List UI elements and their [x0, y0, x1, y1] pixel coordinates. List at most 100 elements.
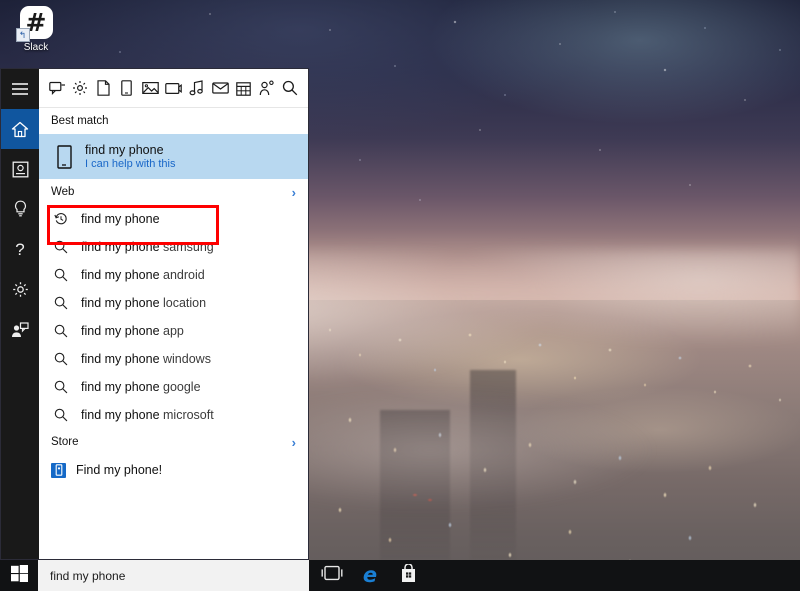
- web-result-suffix: samsung: [160, 240, 214, 254]
- windows-logo-icon: [11, 565, 28, 587]
- web-result-suffix: windows: [160, 352, 211, 366]
- rail-item-hamburger-menu[interactable]: [1, 69, 39, 109]
- rail-item-feedback[interactable]: [1, 309, 39, 349]
- search-icon: [51, 240, 71, 254]
- desktop-icon-slack[interactable]: # ↰ Slack: [6, 6, 66, 60]
- web-result-label: find my phone app: [81, 324, 184, 338]
- web-result-row[interactable]: find my phone microsoft: [39, 401, 308, 429]
- search-icon: [51, 324, 71, 338]
- svg-text:?: ?: [15, 240, 24, 258]
- store-button[interactable]: [397, 565, 419, 587]
- shortcut-arrow-icon: ↰: [16, 28, 30, 42]
- search-icon[interactable]: [280, 78, 300, 98]
- video-icon[interactable]: [163, 78, 183, 98]
- mail-icon[interactable]: [210, 78, 230, 98]
- search-icon: [51, 380, 71, 394]
- web-result-query: find my phone: [81, 408, 160, 422]
- web-result-label: find my phone: [81, 212, 160, 226]
- store-header-label: Store: [51, 436, 79, 448]
- web-result-suffix: microsoft: [160, 408, 214, 422]
- web-header-label: Web: [51, 186, 74, 198]
- web-result-row[interactable]: find my phone location: [39, 289, 308, 317]
- taskbar-icon-group: e: [309, 560, 419, 591]
- web-result-label: find my phone windows: [81, 352, 211, 366]
- web-result-label: find my phone microsoft: [81, 408, 214, 422]
- store-results-list: Find my phone!: [39, 455, 308, 485]
- best-match-subtitle: I can help with this: [85, 158, 176, 170]
- web-result-row[interactable]: find my phone samsung: [39, 233, 308, 261]
- web-result-query: find my phone: [81, 352, 160, 366]
- calendar-icon[interactable]: [233, 78, 253, 98]
- slack-icon: # ↰: [20, 6, 53, 39]
- taskbar-search-value: find my phone: [50, 569, 125, 583]
- taskbar-search-box[interactable]: find my phone: [38, 560, 309, 591]
- web-result-query: find my phone: [81, 380, 160, 394]
- store-result-row[interactable]: Find my phone!: [39, 455, 308, 485]
- search-icon: [51, 296, 71, 310]
- gear-icon: [12, 281, 29, 298]
- phone-icon: [51, 145, 77, 169]
- search-results-pane: Best match find my phone I can help with…: [39, 69, 308, 559]
- taskbar: find my phone e: [0, 560, 800, 591]
- web-header[interactable]: Web ›: [39, 179, 308, 205]
- web-result-row[interactable]: find my phone: [39, 205, 308, 233]
- best-match-result[interactable]: find my phone I can help with this: [39, 134, 308, 179]
- rail-item-tips[interactable]: [1, 189, 39, 229]
- web-result-suffix: app: [160, 324, 184, 338]
- search-icon: [51, 268, 71, 282]
- hamburger-icon: [11, 82, 29, 96]
- edge-icon: e: [363, 565, 377, 586]
- store-app-icon: [51, 463, 66, 478]
- search-flyout-panel: ?: [0, 68, 309, 560]
- web-result-query: find my phone: [81, 296, 160, 310]
- web-result-label: find my phone location: [81, 296, 206, 310]
- rail-item-settings[interactable]: [1, 269, 39, 309]
- question-mark-icon: ?: [13, 240, 27, 258]
- search-icon: [51, 352, 71, 366]
- rail-item-notebook[interactable]: [1, 149, 39, 189]
- best-match-title: find my phone: [85, 143, 176, 157]
- store-bag-icon: [400, 564, 417, 588]
- web-result-query: find my phone: [81, 324, 160, 338]
- web-result-label: find my phone google: [81, 380, 201, 394]
- web-result-label: find my phone android: [81, 268, 205, 282]
- chevron-right-icon[interactable]: ›: [292, 435, 296, 450]
- start-button[interactable]: [0, 560, 38, 591]
- store-result-label: Find my phone!: [76, 463, 162, 477]
- store-header[interactable]: Store ›: [39, 429, 308, 455]
- home-icon: [11, 121, 29, 138]
- rail-item-help[interactable]: ?: [1, 229, 39, 269]
- web-result-label: find my phone samsung: [81, 240, 214, 254]
- flyout-empty-space: [39, 485, 308, 559]
- document-icon[interactable]: [94, 78, 114, 98]
- web-result-query: find my phone: [81, 212, 160, 226]
- apps-chat-icon[interactable]: [47, 78, 67, 98]
- search-icon: [51, 408, 71, 422]
- task-view-button[interactable]: [321, 565, 343, 587]
- web-result-row[interactable]: find my phone android: [39, 261, 308, 289]
- web-result-row[interactable]: find my phone google: [39, 373, 308, 401]
- web-result-query: find my phone: [81, 268, 160, 282]
- gear-icon[interactable]: [70, 78, 90, 98]
- web-result-suffix: location: [160, 296, 207, 310]
- web-result-query: find my phone: [81, 240, 160, 254]
- photo-icon[interactable]: [140, 78, 160, 98]
- music-note-icon[interactable]: [187, 78, 207, 98]
- edge-button[interactable]: e: [359, 565, 381, 587]
- feedback-person-icon: [11, 321, 29, 338]
- best-match-header-label: Best match: [51, 115, 109, 127]
- task-view-icon: [321, 565, 343, 586]
- chevron-right-icon[interactable]: ›: [292, 185, 296, 200]
- lightbulb-icon: [13, 200, 28, 218]
- web-result-row[interactable]: find my phone app: [39, 317, 308, 345]
- phone-icon[interactable]: [117, 78, 137, 98]
- cortana-rail: ?: [1, 69, 39, 559]
- desktop-icon-label: Slack: [24, 42, 48, 53]
- rail-item-home[interactable]: [1, 109, 39, 149]
- web-results-list: find my phonefind my phone samsungfind m…: [39, 205, 308, 429]
- people-icon[interactable]: [257, 78, 277, 98]
- notebook-icon: [12, 161, 29, 178]
- web-result-row[interactable]: find my phone windows: [39, 345, 308, 373]
- history-clock-icon: [51, 212, 71, 226]
- best-match-header: Best match: [39, 108, 308, 134]
